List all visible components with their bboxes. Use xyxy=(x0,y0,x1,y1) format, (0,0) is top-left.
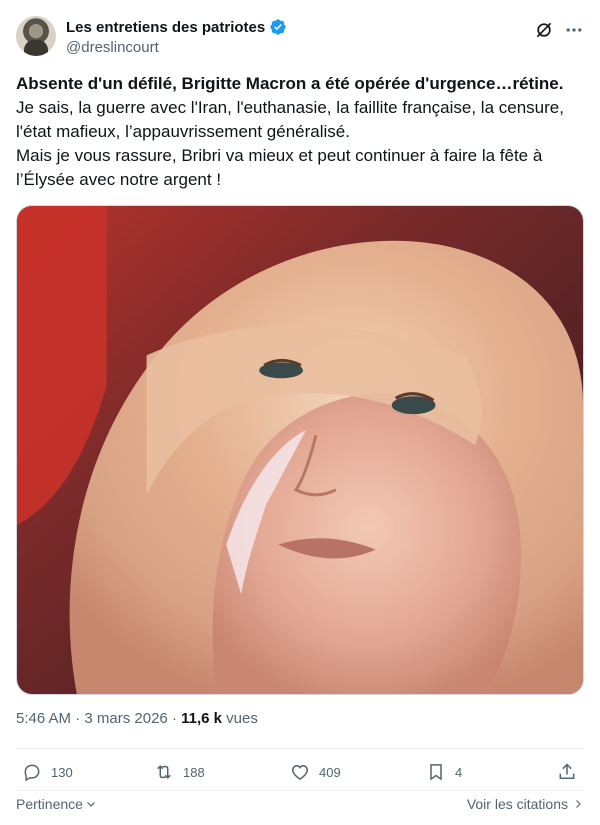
tweet-date[interactable]: 3 mars 2026 xyxy=(84,710,167,727)
meta-separator: · xyxy=(71,710,85,727)
tweet-time[interactable]: 5:46 AM xyxy=(16,710,71,727)
reply-icon xyxy=(24,764,40,782)
bookmark-button[interactable]: 4 xyxy=(426,762,462,782)
like-button[interactable]: 409 xyxy=(290,762,341,782)
share-button[interactable] xyxy=(557,762,577,782)
views-count: 11,6 k xyxy=(181,710,223,727)
verified-badge-icon xyxy=(270,19,286,35)
reply-count: 130 xyxy=(51,764,73,780)
post-header: Les entretiens des patriotes @dreslincou… xyxy=(16,16,584,60)
meta-separator: · xyxy=(167,710,182,727)
sort-label: Pertinence xyxy=(16,796,83,812)
chevron-right-icon xyxy=(576,800,581,808)
view-quotes-label: Voir les citations xyxy=(466,796,568,812)
divider xyxy=(16,748,584,749)
action-bar: 130 188 409 4 xyxy=(16,758,584,790)
tweet-media-photo[interactable] xyxy=(16,205,584,695)
photo-illustration xyxy=(17,206,583,694)
share-icon xyxy=(559,763,575,779)
views-label: vues xyxy=(222,710,258,727)
author-display-name[interactable]: Les entretiens des patriotes xyxy=(66,19,265,36)
like-icon xyxy=(291,764,309,780)
tweet-paragraph: Mais je vous rassure, Bribri va mieux et… xyxy=(16,146,543,189)
author-name-row: Les entretiens des patriotes xyxy=(66,18,287,36)
reply-button[interactable]: 130 xyxy=(22,762,73,782)
like-count: 409 xyxy=(319,764,341,780)
replies-footer: Pertinence Voir les citations xyxy=(16,796,584,816)
view-quotes-link[interactable]: Voir les citations xyxy=(467,796,584,812)
bookmark-icon xyxy=(430,764,442,781)
grok-icon[interactable] xyxy=(534,20,554,40)
avatar[interactable] xyxy=(16,16,56,56)
repost-button[interactable]: 188 xyxy=(154,762,205,782)
author-handle[interactable]: @dreslincourt xyxy=(66,39,159,56)
divider xyxy=(16,790,584,791)
repost-icon xyxy=(157,765,171,779)
sort-dropdown[interactable]: Pertinence xyxy=(16,796,97,812)
tweet-paragraph: Je sais, la guerre avec l'Iran, l'euthan… xyxy=(16,98,564,141)
tweet-text: Absente d'un défilé, Brigitte Macron a é… xyxy=(16,72,586,192)
bookmark-count: 4 xyxy=(455,764,463,780)
repost-count: 188 xyxy=(183,764,205,780)
tweet-meta: 5:46 AM · 3 mars 2026 · 11,6 k vues xyxy=(16,710,258,727)
more-icon[interactable] xyxy=(564,20,584,40)
chevron-down-icon xyxy=(87,802,95,807)
tweet-headline: Absente d'un défilé, Brigitte Macron a é… xyxy=(16,74,564,93)
